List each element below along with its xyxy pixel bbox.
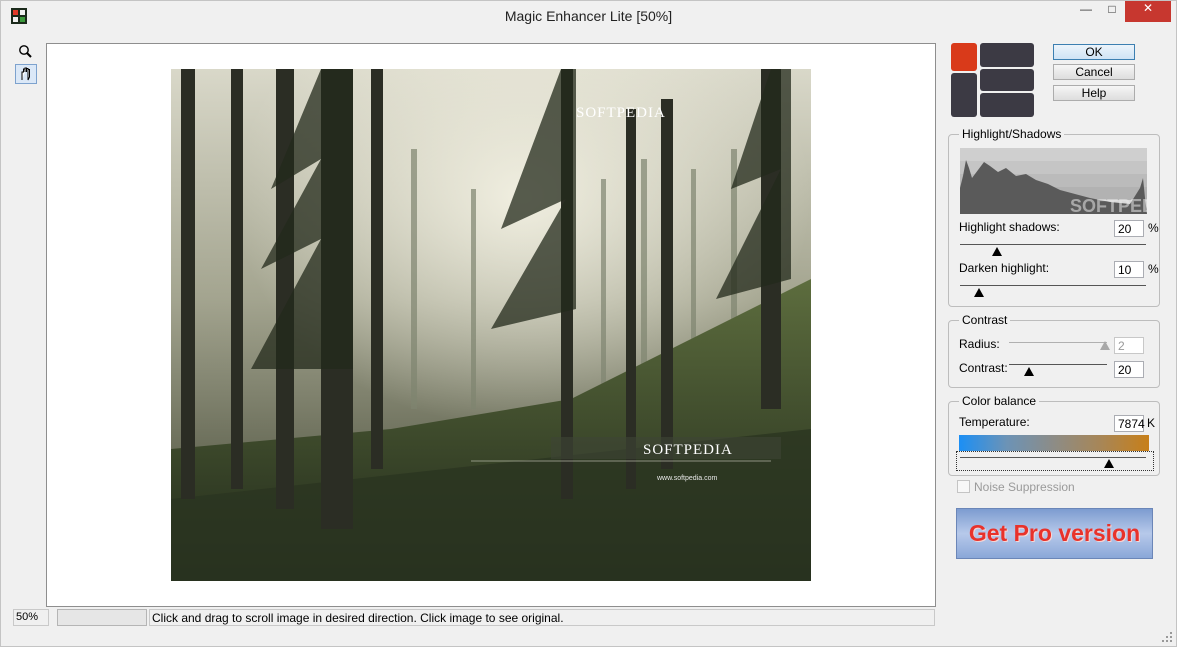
magnifier-icon <box>19 45 32 58</box>
title-bar: Magic Enhancer Lite [50%] — □ ✕ <box>1 1 1176 32</box>
noise-suppression-checkbox[interactable] <box>957 480 970 493</box>
ok-button[interactable]: OK <box>1053 44 1135 60</box>
contrast-label: Contrast: <box>959 361 1008 375</box>
darken-highlight-slider-track[interactable] <box>960 285 1146 286</box>
temperature-slider-track[interactable] <box>960 457 1146 458</box>
highlight-shadows-slider-thumb[interactable] <box>992 247 1003 256</box>
status-zoom: 50% <box>13 609 49 626</box>
temperature-label: Temperature: <box>959 415 1030 429</box>
image-canvas[interactable]: SOFTPEDIA SOFTPEDIA www.softpedia.com <box>46 43 936 607</box>
darken-highlight-slider-thumb[interactable] <box>973 288 984 297</box>
contrast-slider-track[interactable] <box>1009 364 1107 365</box>
temperature-gradient <box>959 435 1149 451</box>
get-pro-version-button[interactable]: Get Pro version <box>956 508 1153 559</box>
cancel-button[interactable]: Cancel <box>1053 64 1135 80</box>
status-message: Click and drag to scroll image in desire… <box>149 609 935 626</box>
radius-label: Radius: <box>959 337 1000 351</box>
forest-photo[interactable]: SOFTPEDIA SOFTPEDIA www.softpedia.com <box>171 69 811 581</box>
help-button[interactable]: Help <box>1053 85 1135 101</box>
resize-grip-icon[interactable] <box>1162 632 1172 642</box>
status-progress <box>57 609 147 626</box>
minimize-button[interactable]: — <box>1073 2 1099 24</box>
watermark-top: SOFTPEDIA <box>576 105 666 121</box>
zoom-tool[interactable] <box>15 43 37 63</box>
darken-highlight-unit: % <box>1148 262 1159 276</box>
color-balance-legend: Color balance <box>962 394 1037 408</box>
noise-suppression-label: Noise Suppression <box>974 480 1075 494</box>
temperature-unit: K <box>1147 416 1156 430</box>
temperature-input[interactable]: 7874 <box>1114 415 1145 432</box>
radius-slider-thumb <box>1100 341 1110 350</box>
histogram-watermark: SOFTPEDIA <box>1070 196 1147 214</box>
maximize-button[interactable]: □ <box>1099 2 1125 24</box>
watermark-url: www.softpedia.com <box>656 475 717 482</box>
contrast-legend: Contrast <box>962 313 1008 327</box>
temperature-slider[interactable] <box>956 451 1154 471</box>
watermark-mid: SOFTPEDIA <box>643 442 733 458</box>
app-logo <box>951 43 1034 117</box>
close-button[interactable]: ✕ <box>1125 1 1171 22</box>
forest-image: SOFTPEDIA SOFTPEDIA www.softpedia.com <box>171 69 811 581</box>
highlight-shadows-label: Highlight shadows: <box>959 220 1060 234</box>
hand-tool[interactable] <box>15 64 37 84</box>
window-title: Magic Enhancer Lite [50%] <box>504 8 673 24</box>
temperature-slider-thumb[interactable] <box>1103 459 1114 468</box>
darken-highlight-input[interactable]: 10 <box>1114 261 1144 278</box>
highlight-shadows-unit: % <box>1148 221 1159 235</box>
app-window: Magic Enhancer Lite [50%] — □ ✕ SOFTPEDI… <box>0 0 1177 647</box>
radius-input: 2 <box>1114 337 1144 354</box>
highlight-shadows-slider-track[interactable] <box>960 244 1146 245</box>
highlight-shadows-legend: Highlight/Shadows <box>962 127 1062 141</box>
contrast-input[interactable]: 20 <box>1114 361 1144 378</box>
hand-icon <box>21 67 30 81</box>
histogram: SOFTPEDIA <box>960 148 1147 214</box>
highlight-shadows-input[interactable]: 20 <box>1114 220 1144 237</box>
radius-slider-track <box>1009 342 1107 343</box>
status-bar: 50% Click and drag to scroll image in de… <box>1 607 1177 629</box>
darken-highlight-label: Darken highlight: <box>959 261 1050 275</box>
contrast-slider-thumb[interactable] <box>1023 367 1034 376</box>
